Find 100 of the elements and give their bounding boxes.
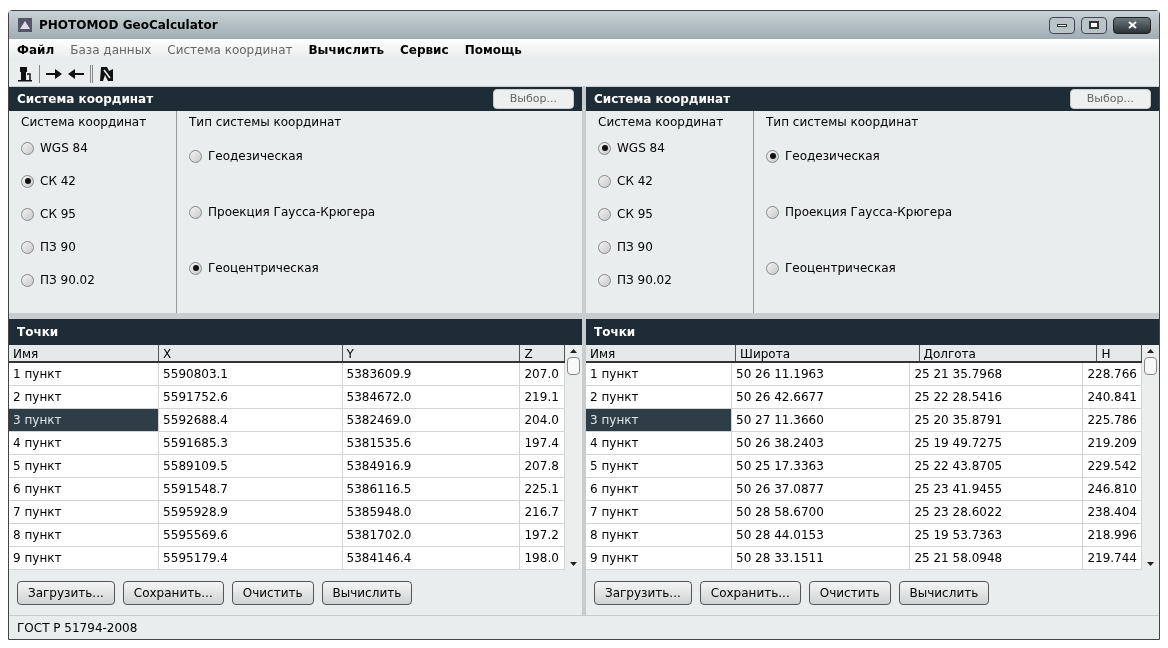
radio-button[interactable] bbox=[598, 273, 611, 287]
column-header[interactable]: X bbox=[159, 345, 343, 361]
table-cell: 25 23 41.9455 bbox=[910, 478, 1084, 500]
scroll-down-icon[interactable] bbox=[1147, 562, 1154, 566]
action-button[interactable]: Очистить bbox=[808, 580, 891, 605]
table-cell: 5381535.6 bbox=[342, 432, 521, 454]
choose-button[interactable]: Выбор... bbox=[492, 89, 574, 109]
radio-label: СК 95 bbox=[617, 206, 653, 223]
radio-label: Геодезическая bbox=[785, 148, 880, 165]
radio-label: ПЗ 90.02 bbox=[40, 272, 95, 289]
table-cell: 5384672.0 bbox=[342, 386, 521, 408]
action-button[interactable]: Сохранить... bbox=[122, 580, 224, 605]
group-label: Система координат bbox=[21, 114, 148, 131]
minimize-button[interactable] bbox=[1049, 16, 1075, 34]
column-header[interactable]: Имя bbox=[9, 345, 160, 361]
table-cell: 50 26 42.6677 bbox=[732, 386, 911, 408]
radio-button[interactable] bbox=[21, 273, 34, 287]
arrow-right-icon[interactable] bbox=[46, 67, 62, 80]
radio-button[interactable] bbox=[189, 205, 202, 219]
table-cell: 1 пункт bbox=[586, 363, 732, 385]
close-icon bbox=[1127, 21, 1137, 29]
table-cell: 50 28 33.1511 bbox=[732, 547, 911, 569]
table-cell: 5592688.4 bbox=[159, 409, 343, 431]
scroll-down-icon[interactable] bbox=[570, 562, 577, 566]
action-button[interactable]: Загрузить... bbox=[594, 580, 692, 605]
menu-item[interactable]: Помощь bbox=[464, 41, 522, 59]
radio-button[interactable] bbox=[598, 240, 611, 254]
table-cell: 5591752.6 bbox=[159, 386, 343, 408]
radio-button[interactable] bbox=[189, 149, 202, 163]
radio-label: Проекция Гаусса-Крюгера bbox=[785, 204, 953, 221]
table-cell: 5384146.4 bbox=[342, 547, 521, 569]
scrollbar[interactable] bbox=[565, 345, 582, 570]
table-cell: 9 пункт bbox=[586, 547, 732, 569]
section-title: Точки bbox=[17, 324, 59, 341]
menu-item[interactable]: Вычислить bbox=[308, 41, 384, 59]
table-cell: 7 пункт bbox=[9, 501, 160, 523]
scroll-thumb[interactable] bbox=[1144, 357, 1157, 375]
radio-button[interactable] bbox=[189, 261, 202, 275]
table-cell: 5384916.9 bbox=[342, 455, 521, 477]
column-header[interactable]: Y bbox=[342, 345, 521, 361]
table-cell: 3 пункт bbox=[586, 409, 732, 431]
action-button[interactable]: Сохранить... bbox=[699, 580, 801, 605]
column-header[interactable]: Долгота bbox=[919, 345, 1098, 361]
table-cell: 5 пункт bbox=[9, 455, 160, 477]
radio-label: ПЗ 90.02 bbox=[617, 272, 672, 289]
radio-button[interactable] bbox=[766, 205, 779, 219]
radio-button[interactable] bbox=[21, 207, 34, 221]
radio-label: СК 42 bbox=[40, 173, 76, 190]
radio-button[interactable] bbox=[766, 149, 779, 163]
action-button[interactable]: Очистить bbox=[231, 580, 314, 605]
scroll-thumb[interactable] bbox=[567, 357, 580, 375]
table-cell: 25 21 58.0948 bbox=[910, 547, 1084, 569]
table-cell: 5595569.6 bbox=[159, 524, 343, 546]
table-cell: 8 пункт bbox=[9, 524, 160, 546]
exit-door-icon[interactable] bbox=[17, 65, 33, 82]
menu-item[interactable]: Сервис bbox=[399, 41, 449, 59]
scroll-up-icon[interactable] bbox=[570, 349, 577, 353]
radio-button[interactable] bbox=[766, 261, 779, 275]
table-cell: 25 23 28.6022 bbox=[910, 501, 1084, 523]
table-cell: 6 пункт bbox=[586, 478, 732, 500]
table-cell: 8 пункт bbox=[586, 524, 732, 546]
table-cell: 1 пункт bbox=[9, 363, 160, 385]
table-cell: 7 пункт bbox=[586, 501, 732, 523]
table-cell: 50 27 11.3660 bbox=[732, 409, 911, 431]
radio-button[interactable] bbox=[21, 174, 34, 188]
table-cell: 25 22 28.5416 bbox=[910, 386, 1084, 408]
table-cell: 5595928.9 bbox=[159, 501, 343, 523]
column-header[interactable]: Широта bbox=[736, 345, 920, 361]
scroll-up-icon[interactable] bbox=[1147, 349, 1154, 353]
arrow-left-icon[interactable] bbox=[68, 67, 84, 80]
radio-label: СК 95 bbox=[40, 206, 76, 223]
column-header[interactable]: Имя bbox=[586, 345, 737, 361]
table-cell: 25 19 49.7275 bbox=[910, 432, 1084, 454]
close-button[interactable] bbox=[1113, 16, 1151, 34]
action-button[interactable]: Вычислить bbox=[321, 580, 413, 605]
table-cell: 4 пункт bbox=[9, 432, 160, 454]
action-button[interactable]: Вычислить bbox=[898, 580, 990, 605]
radio-label: Геоцентрическая bbox=[785, 260, 896, 277]
table-cell: 2 пункт bbox=[9, 386, 160, 408]
group-label: Тип системы координат bbox=[766, 114, 920, 131]
section-title: Система координат bbox=[17, 91, 154, 108]
table-cell: 5383609.9 bbox=[342, 363, 521, 385]
table-cell: 50 26 37.0877 bbox=[732, 478, 911, 500]
table-cell: 5386116.5 bbox=[342, 478, 521, 500]
radio-button[interactable] bbox=[21, 240, 34, 254]
table-cell: 50 25 17.3363 bbox=[732, 455, 911, 477]
radio-button[interactable] bbox=[598, 141, 611, 155]
table-cell: 5381702.0 bbox=[342, 524, 521, 546]
scrollbar[interactable] bbox=[1142, 345, 1159, 570]
choose-button[interactable]: Выбор... bbox=[1069, 89, 1151, 109]
table-cell: 50 28 58.6700 bbox=[732, 501, 911, 523]
action-button[interactable]: Загрузить... bbox=[17, 580, 115, 605]
maximize-button[interactable] bbox=[1081, 16, 1107, 34]
group-label: Система координат bbox=[598, 114, 725, 131]
radio-button[interactable] bbox=[21, 141, 34, 155]
menu-item[interactable]: Файл bbox=[17, 41, 55, 59]
radio-button[interactable] bbox=[598, 174, 611, 188]
table-cell: 50 26 11.1963 bbox=[732, 363, 911, 385]
section-title: Точки bbox=[594, 324, 636, 341]
radio-button[interactable] bbox=[598, 207, 611, 221]
